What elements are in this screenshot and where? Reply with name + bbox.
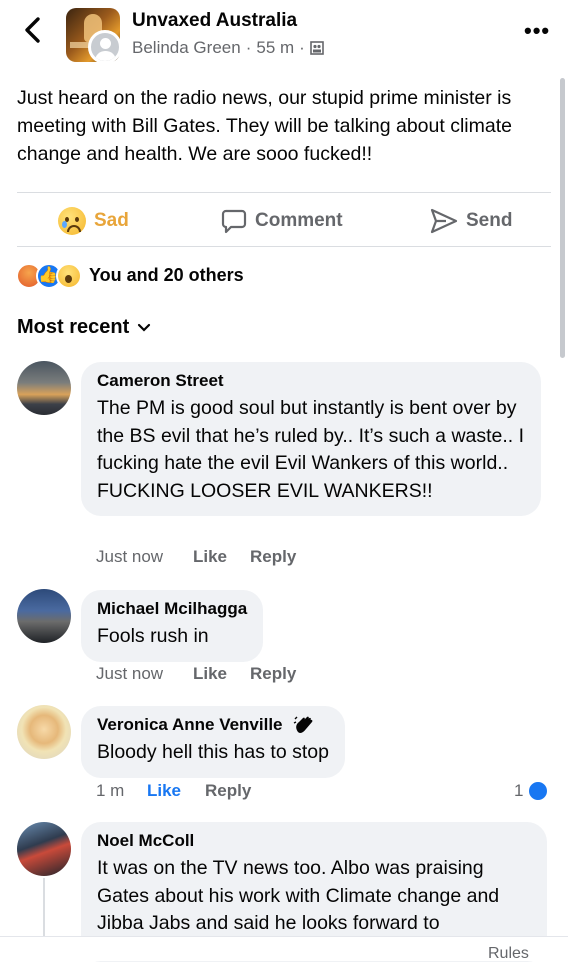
- comment-bubble: Cameron Street The PM is good soul but i…: [81, 362, 541, 516]
- reply-button[interactable]: Reply: [250, 547, 296, 567]
- thread-line: [43, 878, 45, 938]
- chevron-left-icon: [25, 17, 40, 43]
- sort-label: Most recent: [17, 316, 130, 338]
- comment-time[interactable]: Just now: [96, 547, 193, 567]
- comment-footer: Just now Like Reply: [96, 547, 296, 567]
- group-icon: [310, 41, 324, 55]
- separator: ·: [245, 38, 252, 57]
- author-name[interactable]: Belinda Green: [132, 38, 241, 58]
- rules-link[interactable]: Rules: [488, 945, 529, 963]
- waving-hand-icon: [293, 716, 312, 733]
- commenter-name-row: Veronica Anne Venville: [97, 715, 329, 735]
- reaction-count: 1: [514, 781, 524, 800]
- group-name[interactable]: Unvaxed Australia: [132, 10, 297, 32]
- comment-text: Bloody hell this has to stop: [97, 741, 329, 763]
- commenter-name[interactable]: Michael Mcilhagga: [97, 599, 247, 619]
- post-text: Just heard on the radio news, our stupid…: [17, 87, 512, 165]
- comment-text: The PM is good soul but instantly is ben…: [97, 397, 525, 502]
- comment-bubble: Veronica Anne Venville Bloody hell this …: [81, 706, 345, 778]
- comment-bubble: Michael Mcilhagga Fools rush in: [81, 590, 264, 662]
- commenter-name[interactable]: Cameron Street: [97, 371, 525, 391]
- reply-button[interactable]: Reply: [250, 664, 296, 684]
- bottom-bar: [0, 936, 568, 961]
- sad-emoji-icon: [58, 207, 86, 235]
- reaction-summary[interactable]: You and 20 others: [89, 265, 244, 286]
- commenter-avatar[interactable]: [17, 361, 71, 415]
- post-time[interactable]: 55 m: [256, 38, 294, 58]
- comment-text: It was on the TV news too. Albo was prai…: [97, 857, 500, 934]
- comment-button[interactable]: Comment: [221, 205, 343, 237]
- comment-label: Comment: [255, 210, 343, 231]
- more-icon[interactable]: •••: [524, 18, 550, 44]
- comment-time[interactable]: 1 m: [96, 781, 147, 801]
- send-label: Send: [466, 210, 513, 231]
- separator: ·: [299, 38, 305, 57]
- sad-label: Sad: [94, 210, 129, 231]
- wow-reaction-icon: [56, 263, 82, 289]
- comment-time[interactable]: Just now: [96, 664, 193, 684]
- commenter-avatar[interactable]: [17, 822, 71, 876]
- send-button[interactable]: Send: [430, 205, 512, 237]
- divider: [17, 246, 551, 247]
- like-button[interactable]: Like: [147, 781, 205, 801]
- commenter-avatar[interactable]: [17, 705, 71, 759]
- chevron-down-icon: [138, 323, 151, 332]
- comment-reaction-count[interactable]: 1: [514, 780, 550, 802]
- reply-button[interactable]: Reply: [205, 781, 251, 801]
- author-avatar[interactable]: [88, 30, 122, 64]
- sort-dropdown[interactable]: Most recent: [17, 316, 151, 339]
- comment-footer: 1 m Like Reply: [96, 781, 251, 801]
- send-icon: [430, 208, 458, 234]
- sad-reaction-button[interactable]: Sad: [58, 205, 129, 237]
- scrollbar[interactable]: [560, 78, 565, 358]
- commenter-name[interactable]: Veronica Anne Venville: [97, 715, 283, 735]
- comment-footer: Just now Like Reply: [96, 664, 296, 684]
- like-button[interactable]: Like: [193, 664, 250, 684]
- comment-icon: [221, 209, 247, 234]
- back-button[interactable]: [20, 14, 46, 46]
- post-meta: Belinda Green · 55 m ·: [132, 38, 324, 58]
- divider: [17, 192, 551, 193]
- like-reaction-icon: [527, 780, 550, 802]
- commenter-avatar[interactable]: [17, 589, 71, 643]
- like-button[interactable]: Like: [193, 547, 250, 567]
- commenter-name[interactable]: Noel McColl: [97, 831, 531, 851]
- comment-text: Fools rush in: [97, 625, 209, 647]
- reaction-icons[interactable]: [16, 263, 82, 289]
